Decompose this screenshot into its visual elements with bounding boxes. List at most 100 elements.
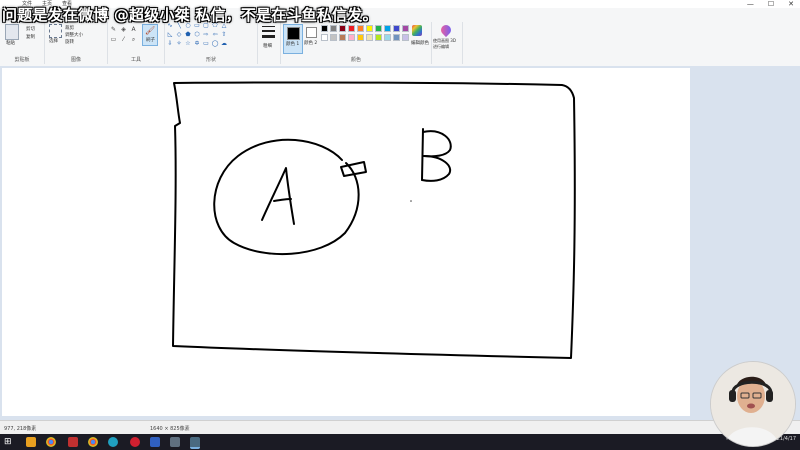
hand-drawn-rectangle: [172, 81, 576, 359]
clipboard-label: 剪贴板: [14, 57, 30, 63]
diamond-shape-icon[interactable]: ◇: [175, 31, 183, 39]
color2-label: 颜色 2: [304, 41, 318, 46]
color1-label: 颜色 1: [286, 42, 300, 47]
hexagon-shape-icon[interactable]: ⬡: [193, 31, 201, 39]
select-icon[interactable]: [49, 24, 62, 38]
star4-shape-icon[interactable]: ✧: [175, 40, 183, 48]
taskbar: ⊞ ˄ ● ᛒ ◁ 2021/4/17: [0, 434, 800, 450]
arrow-down-shape-icon[interactable]: ⇩: [166, 40, 174, 48]
tools-group: ✎ ◈ A ▭ ⁄ ⌕ 🖌 刷子 工具: [108, 22, 165, 64]
right-triangle-shape-icon[interactable]: ◺: [166, 31, 174, 39]
small-rectangle: [340, 161, 367, 177]
callout-rect-shape-icon[interactable]: ▭: [202, 40, 210, 48]
shapes-label: 形状: [205, 57, 216, 63]
cloud-shape-icon[interactable]: ☁: [220, 40, 228, 48]
palette-swatch[interactable]: [357, 34, 364, 41]
palette-swatch[interactable]: [402, 34, 409, 41]
maximize-button[interactable]: ☐: [768, 0, 774, 8]
palette-swatch[interactable]: [330, 34, 337, 41]
brush-button[interactable]: 🖌 刷子: [142, 24, 158, 46]
palette-swatch[interactable]: [366, 34, 373, 41]
weibo-icon[interactable]: [130, 437, 140, 447]
letter-a-bar: [273, 198, 292, 202]
palette-swatch[interactable]: [348, 25, 355, 32]
letter-b-upper-bowl: [422, 130, 452, 158]
overlay-caption: 问题是发在微博 @超级小桀 私信，不是在斗鱼私信发。: [2, 6, 378, 24]
callout-oval-shape-icon[interactable]: ◯: [211, 40, 219, 48]
text-icon[interactable]: A: [130, 26, 137, 33]
size-line-1: [262, 26, 275, 27]
cut-button[interactable]: 剪切: [26, 26, 35, 32]
palette-swatch[interactable]: [375, 25, 382, 32]
app-icon-3[interactable]: [150, 437, 160, 447]
palette-swatch[interactable]: [402, 25, 409, 32]
canvas-size: 1640 × 825像素: [150, 426, 190, 432]
crop-button[interactable]: 裁剪: [65, 25, 74, 31]
select-button[interactable]: 选择: [49, 38, 58, 44]
palette-swatch[interactable]: [357, 25, 364, 32]
copy-button[interactable]: 复制: [26, 34, 35, 40]
paint3d-button[interactable]: 使用画图 3D 进行编辑: [433, 38, 461, 50]
letter-a-stroke: [261, 167, 295, 225]
palette-swatch[interactable]: [393, 34, 400, 41]
drawing-canvas[interactable]: A B: [2, 68, 690, 416]
rotate-button[interactable]: 旋转: [65, 39, 74, 45]
palette-swatch[interactable]: [393, 25, 400, 32]
arrow-left-shape-icon[interactable]: ⇦: [211, 31, 219, 39]
palette-swatch[interactable]: [330, 25, 337, 32]
file-explorer-icon[interactable]: [26, 437, 36, 447]
colors-group: 颜色 1 颜色 2 编辑颜色 颜色: [281, 22, 432, 64]
color1-button[interactable]: 颜色 1: [283, 24, 303, 54]
webcam-overlay: [710, 361, 796, 447]
hand-drawn-circle: [213, 138, 360, 256]
palette-swatch[interactable]: [321, 25, 328, 32]
start-icon[interactable]: ⊞: [4, 437, 14, 447]
arrow-up-shape-icon[interactable]: ⇧: [220, 31, 228, 39]
edit-colors-icon: [412, 25, 422, 36]
canvas-drawing: [172, 81, 576, 359]
palette-swatch[interactable]: [339, 25, 346, 32]
chrome-icon[interactable]: [46, 437, 56, 447]
arrow-right-shape-icon[interactable]: ⇨: [202, 31, 210, 39]
color2-button[interactable]: 颜色 2: [303, 24, 319, 52]
status-bar: 977, 218像素 1640 × 825像素: [0, 420, 800, 435]
tools-label: 工具: [130, 57, 141, 63]
pencil-icon[interactable]: ✎: [110, 26, 117, 33]
palette-swatch[interactable]: [366, 25, 373, 32]
color-picker-icon[interactable]: ⁄: [120, 36, 127, 43]
resize-button[interactable]: 调整大小: [65, 32, 83, 38]
pentagon-shape-icon[interactable]: ⬟: [184, 31, 192, 39]
paint-taskbar-icon[interactable]: [190, 437, 200, 449]
palette-swatch[interactable]: [348, 34, 355, 41]
size-group: 粗细: [258, 22, 281, 64]
size-line-3: [262, 35, 275, 38]
magnifier-icon[interactable]: ⌕: [130, 36, 137, 43]
palette-swatch[interactable]: [375, 34, 382, 41]
paint3d-group: 使用画图 3D 进行编辑: [432, 22, 463, 64]
app-icon-2[interactable]: [108, 437, 118, 447]
palette-swatch[interactable]: [384, 34, 391, 41]
person-avatar: [711, 362, 795, 446]
star6-shape-icon[interactable]: ✡: [193, 40, 201, 48]
edit-colors-button[interactable]: 编辑颜色: [411, 40, 429, 46]
palette-swatch[interactable]: [339, 34, 346, 41]
app-icon-1[interactable]: [68, 437, 78, 447]
paste-icon[interactable]: [5, 24, 19, 40]
chrome-icon-2[interactable]: [88, 437, 98, 447]
star5-shape-icon[interactable]: ☆: [184, 40, 192, 48]
colors-label: 颜色: [350, 57, 361, 63]
close-button[interactable]: ✕: [788, 0, 794, 8]
palette-swatch[interactable]: [321, 34, 328, 41]
brush-icon: 🖌: [145, 26, 156, 35]
brush-label: 刷子: [146, 38, 155, 43]
eraser-icon[interactable]: ▭: [110, 36, 117, 43]
size-button[interactable]: 粗细: [263, 43, 272, 49]
app-icon-4[interactable]: [170, 437, 180, 447]
color2-swatch: [306, 27, 317, 38]
paint3d-icon: [438, 22, 454, 38]
minimize-button[interactable]: —: [747, 0, 754, 8]
palette-swatch[interactable]: [384, 25, 391, 32]
fill-icon[interactable]: ◈: [120, 26, 127, 33]
shapes-gallery[interactable]: ∿ ╲ ○ ▭ ▢ ⬠ △ ◺ ◇ ⬟ ⬡ ⇨ ⇦ ⇧ ⇩ ✧ ☆ ✡ ▭ ◯ ☁: [166, 22, 228, 48]
paste-button[interactable]: 粘贴: [6, 40, 15, 46]
